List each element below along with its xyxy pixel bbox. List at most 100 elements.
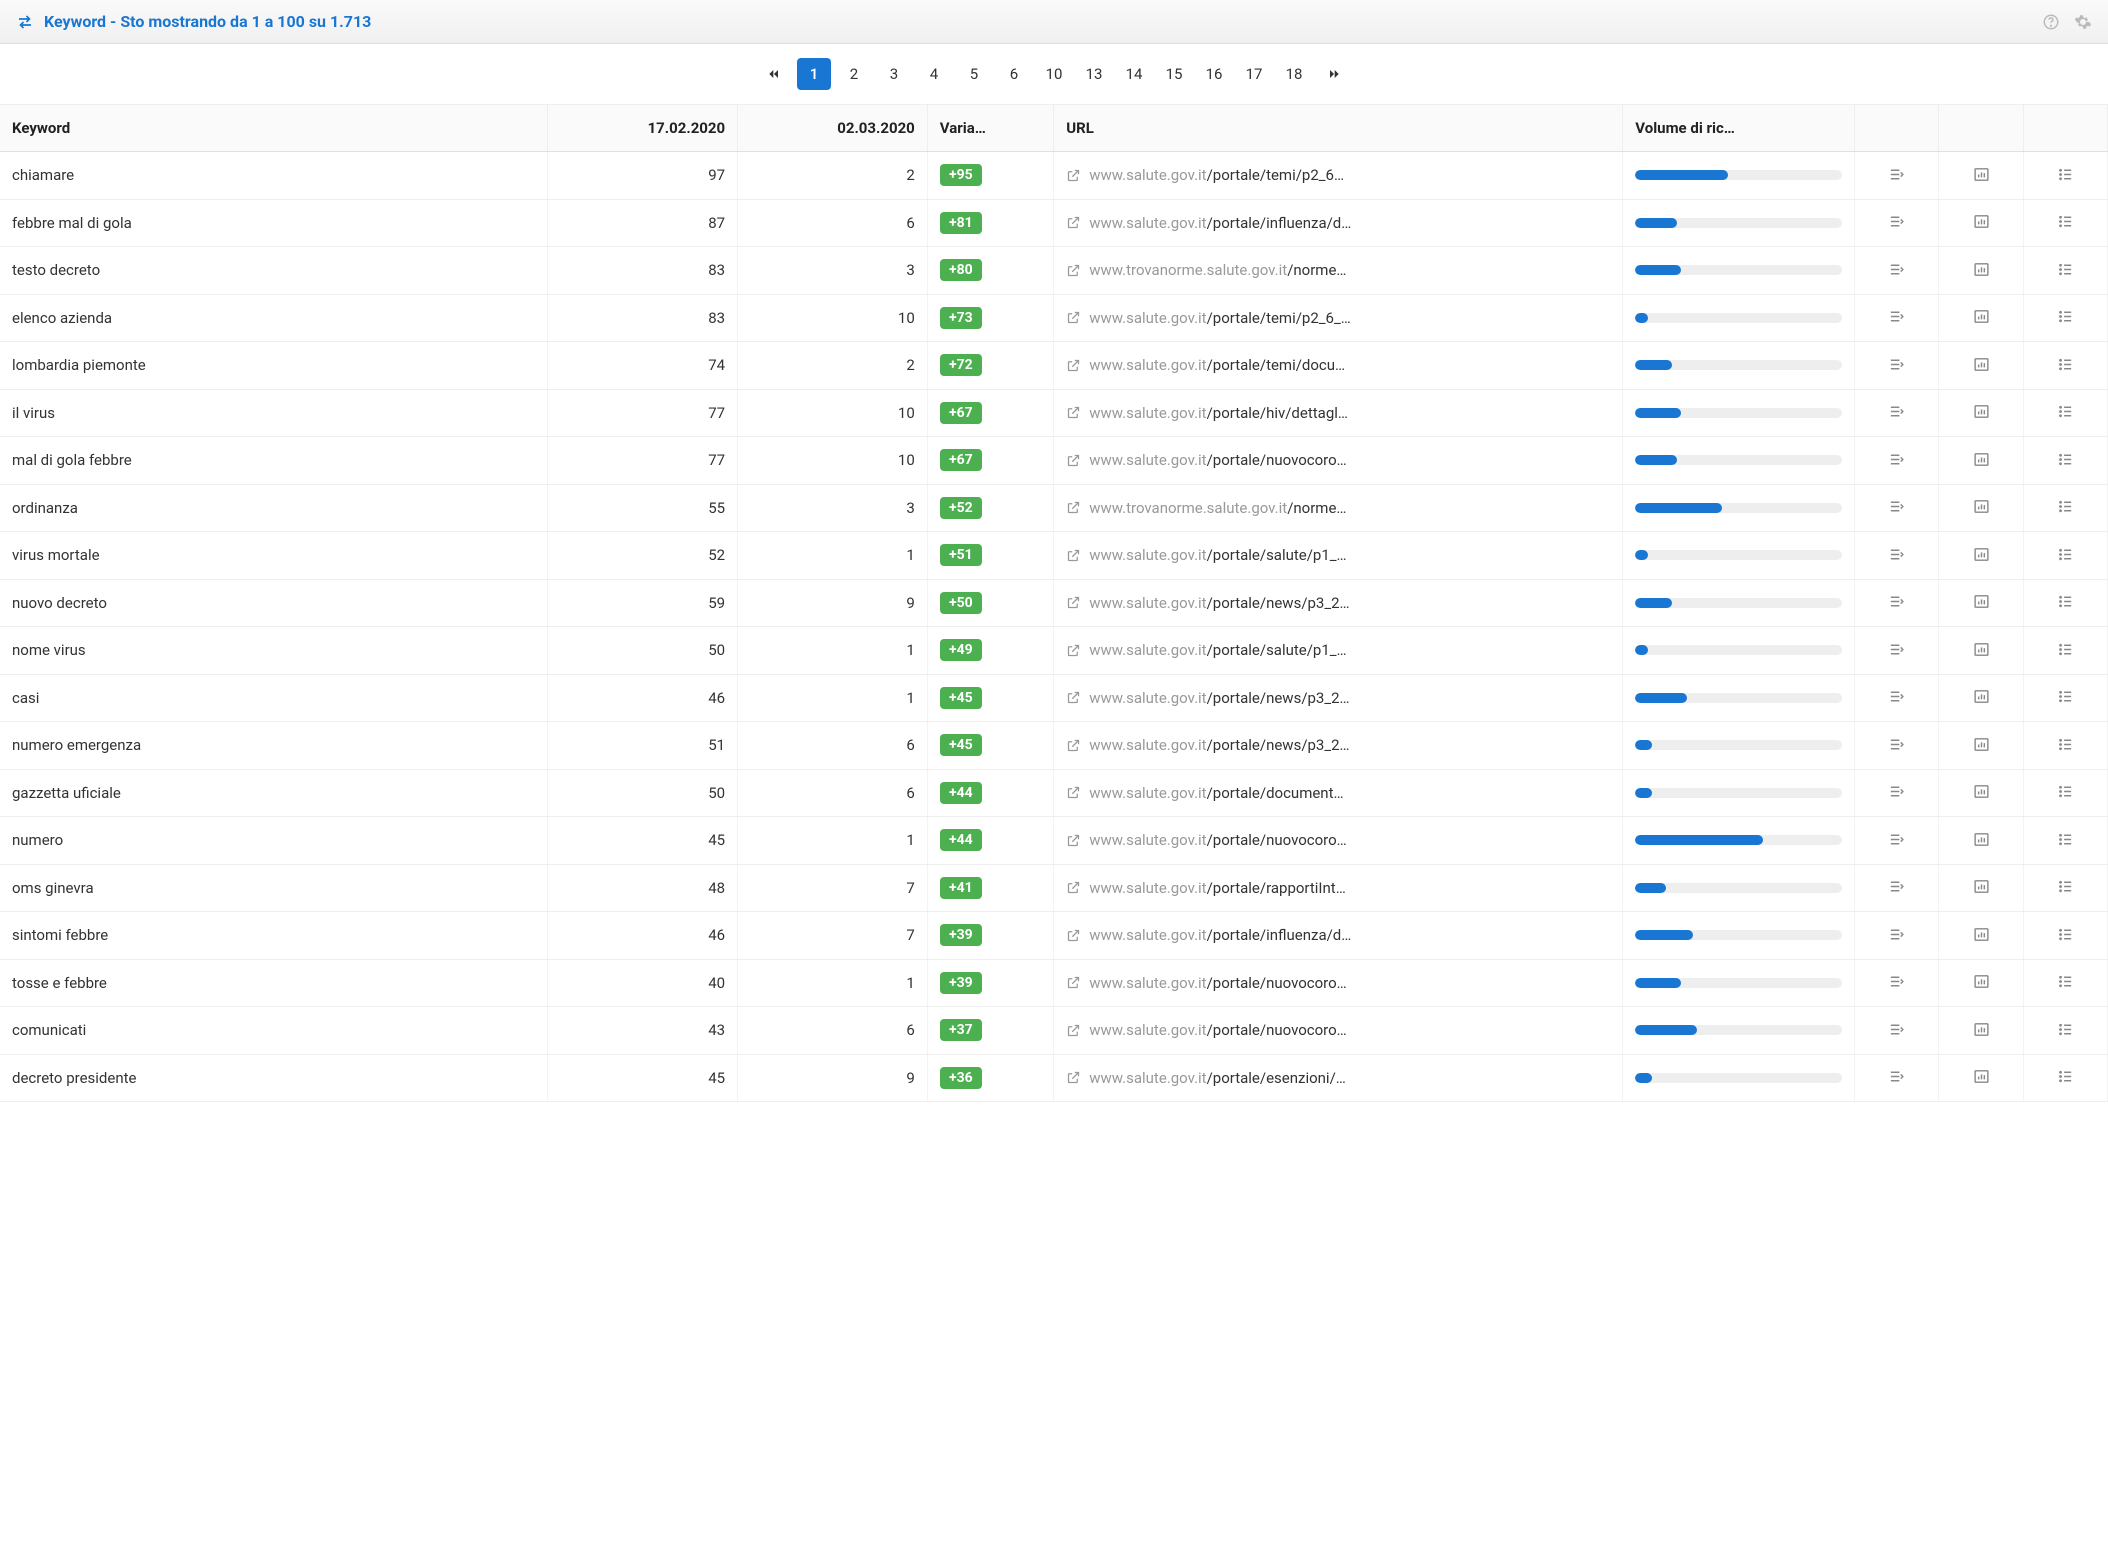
cell-action-chart[interactable] [1939,389,2023,437]
cell-action-chart[interactable] [1939,769,2023,817]
external-link-icon[interactable] [1066,548,1081,563]
cell-url[interactable]: www.salute.gov.it/portale/salute/p1_… [1054,532,1623,580]
cell-action-serp[interactable] [1855,674,1939,722]
cell-action-chart[interactable] [1939,532,2023,580]
cell-keyword[interactable]: nuovo decreto [0,579,548,627]
cell-action-list[interactable] [2023,342,2107,390]
col-volume[interactable]: Volume di ric… [1623,105,1855,152]
cell-keyword[interactable]: tosse e febbre [0,959,548,1007]
page-14[interactable]: 14 [1117,58,1151,90]
external-link-icon[interactable] [1066,263,1081,278]
cell-keyword[interactable]: casi [0,674,548,722]
cell-url[interactable]: www.salute.gov.it/portale/news/p3_2… [1054,674,1623,722]
col-date2[interactable]: 02.03.2020 [738,105,928,152]
cell-action-chart[interactable] [1939,627,2023,675]
cell-keyword[interactable]: comunicati [0,1007,548,1055]
cell-action-list[interactable] [2023,817,2107,865]
external-link-icon[interactable] [1066,405,1081,420]
col-url[interactable]: URL [1054,105,1623,152]
cell-keyword[interactable]: numero [0,817,548,865]
cell-action-serp[interactable] [1855,1007,1939,1055]
cell-action-chart[interactable] [1939,247,2023,295]
cell-action-list[interactable] [2023,484,2107,532]
cell-action-serp[interactable] [1855,912,1939,960]
cell-keyword[interactable]: gazzetta uficiale [0,769,548,817]
cell-keyword[interactable]: mal di gola febbre [0,437,548,485]
col-date1[interactable]: 17.02.2020 [548,105,738,152]
external-link-icon[interactable] [1066,595,1081,610]
cell-action-serp[interactable] [1855,817,1939,865]
cell-keyword[interactable]: sintomi febbre [0,912,548,960]
cell-action-list[interactable] [2023,1054,2107,1102]
cell-action-list[interactable] [2023,437,2107,485]
external-link-icon[interactable] [1066,785,1081,800]
page-6[interactable]: 6 [997,58,1031,90]
cell-keyword[interactable]: oms ginevra [0,864,548,912]
cell-action-chart[interactable] [1939,342,2023,390]
cell-url[interactable]: www.salute.gov.it/portale/document… [1054,769,1623,817]
cell-action-serp[interactable] [1855,722,1939,770]
cell-action-chart[interactable] [1939,199,2023,247]
external-link-icon[interactable] [1066,690,1081,705]
external-link-icon[interactable] [1066,1023,1081,1038]
external-link-icon[interactable] [1066,975,1081,990]
cell-url[interactable]: www.salute.gov.it/portale/news/p3_2… [1054,722,1623,770]
external-link-icon[interactable] [1066,833,1081,848]
external-link-icon[interactable] [1066,928,1081,943]
external-link-icon[interactable] [1066,738,1081,753]
page-3[interactable]: 3 [877,58,911,90]
cell-url[interactable]: www.salute.gov.it/portale/temi/docu… [1054,342,1623,390]
external-link-icon[interactable] [1066,1070,1081,1085]
page-2[interactable]: 2 [837,58,871,90]
cell-action-serp[interactable] [1855,769,1939,817]
cell-keyword[interactable]: ordinanza [0,484,548,532]
help-icon[interactable] [2042,13,2060,31]
cell-action-serp[interactable] [1855,342,1939,390]
page-last[interactable] [1317,58,1351,90]
cell-action-chart[interactable] [1939,1054,2023,1102]
cell-url[interactable]: www.salute.gov.it/portale/esenzioni/… [1054,1054,1623,1102]
cell-action-serp[interactable] [1855,247,1939,295]
external-link-icon[interactable] [1066,643,1081,658]
page-5[interactable]: 5 [957,58,991,90]
cell-keyword[interactable]: virus mortale [0,532,548,580]
cell-url[interactable]: www.salute.gov.it/portale/nuovocoro… [1054,1007,1623,1055]
cell-action-chart[interactable] [1939,817,2023,865]
cell-action-list[interactable] [2023,722,2107,770]
cell-action-list[interactable] [2023,959,2107,1007]
cell-keyword[interactable]: numero emergenza [0,722,548,770]
cell-action-chart[interactable] [1939,864,2023,912]
page-18[interactable]: 18 [1277,58,1311,90]
page-15[interactable]: 15 [1157,58,1191,90]
external-link-icon[interactable] [1066,880,1081,895]
cell-url[interactable]: www.salute.gov.it/portale/influenza/d… [1054,912,1623,960]
cell-action-serp[interactable] [1855,152,1939,200]
cell-action-chart[interactable] [1939,152,2023,200]
cell-action-serp[interactable] [1855,484,1939,532]
page-16[interactable]: 16 [1197,58,1231,90]
cell-action-serp[interactable] [1855,389,1939,437]
cell-action-list[interactable] [2023,912,2107,960]
cell-action-chart[interactable] [1939,294,2023,342]
cell-action-serp[interactable] [1855,532,1939,580]
cell-keyword[interactable]: testo decreto [0,247,548,295]
page-13[interactable]: 13 [1077,58,1111,90]
cell-keyword[interactable]: il virus [0,389,548,437]
cell-keyword[interactable]: febbre mal di gola [0,199,548,247]
cell-action-list[interactable] [2023,199,2107,247]
cell-url[interactable]: www.salute.gov.it/portale/news/p3_2… [1054,579,1623,627]
external-link-icon[interactable] [1066,168,1081,183]
col-keyword[interactable]: Keyword [0,105,548,152]
cell-keyword[interactable]: nome virus [0,627,548,675]
cell-action-list[interactable] [2023,769,2107,817]
cell-keyword[interactable]: chiamare [0,152,548,200]
col-variation[interactable]: Varia… [927,105,1053,152]
cell-keyword[interactable]: lombardia piemonte [0,342,548,390]
cell-url[interactable]: www.salute.gov.it/portale/nuovocoro… [1054,959,1623,1007]
cell-url[interactable]: www.trovanorme.salute.gov.it/norme… [1054,484,1623,532]
cell-action-chart[interactable] [1939,437,2023,485]
page-first[interactable] [757,58,791,90]
cell-action-chart[interactable] [1939,912,2023,960]
cell-action-chart[interactable] [1939,579,2023,627]
cell-action-list[interactable] [2023,864,2107,912]
